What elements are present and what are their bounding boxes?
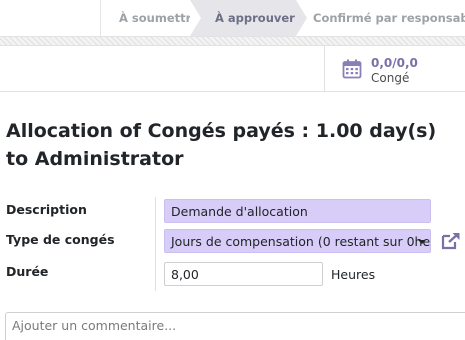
status-step-a-approuver[interactable]: À approuver [190,0,307,36]
status-bar: À soumettre À approuver Confirmé par res… [0,0,465,36]
page-title: Allocation of Congés payés : 1.00 day(s)… [6,117,446,173]
leaves-smart-button[interactable]: 0,0/0,0 Congé [324,46,465,92]
duration-unit: Heures [331,267,376,282]
sheet-background-divider [0,36,465,46]
caret-down-icon[interactable] [418,240,426,244]
leave-type-value: Jours de compensation (0 restant sur 0he… [171,234,431,249]
duration-label: Durée [6,264,49,279]
title-line-2: to Administrator [6,148,184,170]
button-box: 0,0/0,0 Congé [0,46,465,92]
leave-type-label: Type de congés [6,232,115,247]
status-step-label: À approuver [215,11,295,25]
calendar-icon [342,59,362,79]
form-separator [155,197,156,291]
smart-button-value: 0,0/0,0 [371,56,418,70]
comment-input[interactable]: Ajouter un commentaire... [5,312,465,340]
arrow-shape [296,0,307,36]
status-step-a-soumettre[interactable]: À soumettre [100,0,199,36]
smart-button-label: Congé [371,71,410,85]
description-field[interactable]: Demande d'allocation [164,199,431,223]
leave-type-select[interactable]: Jours de compensation (0 restant sur 0he… [164,229,431,253]
status-step-confirme[interactable]: Confirmé par responsable [307,0,465,36]
arrow-shape [190,0,201,36]
description-label: Description [6,202,87,217]
title-line-1: Allocation of Congés payés : 1.00 day(s) [6,120,437,142]
duration-input[interactable]: 8,00 [164,262,323,286]
external-link-icon[interactable] [441,232,461,250]
